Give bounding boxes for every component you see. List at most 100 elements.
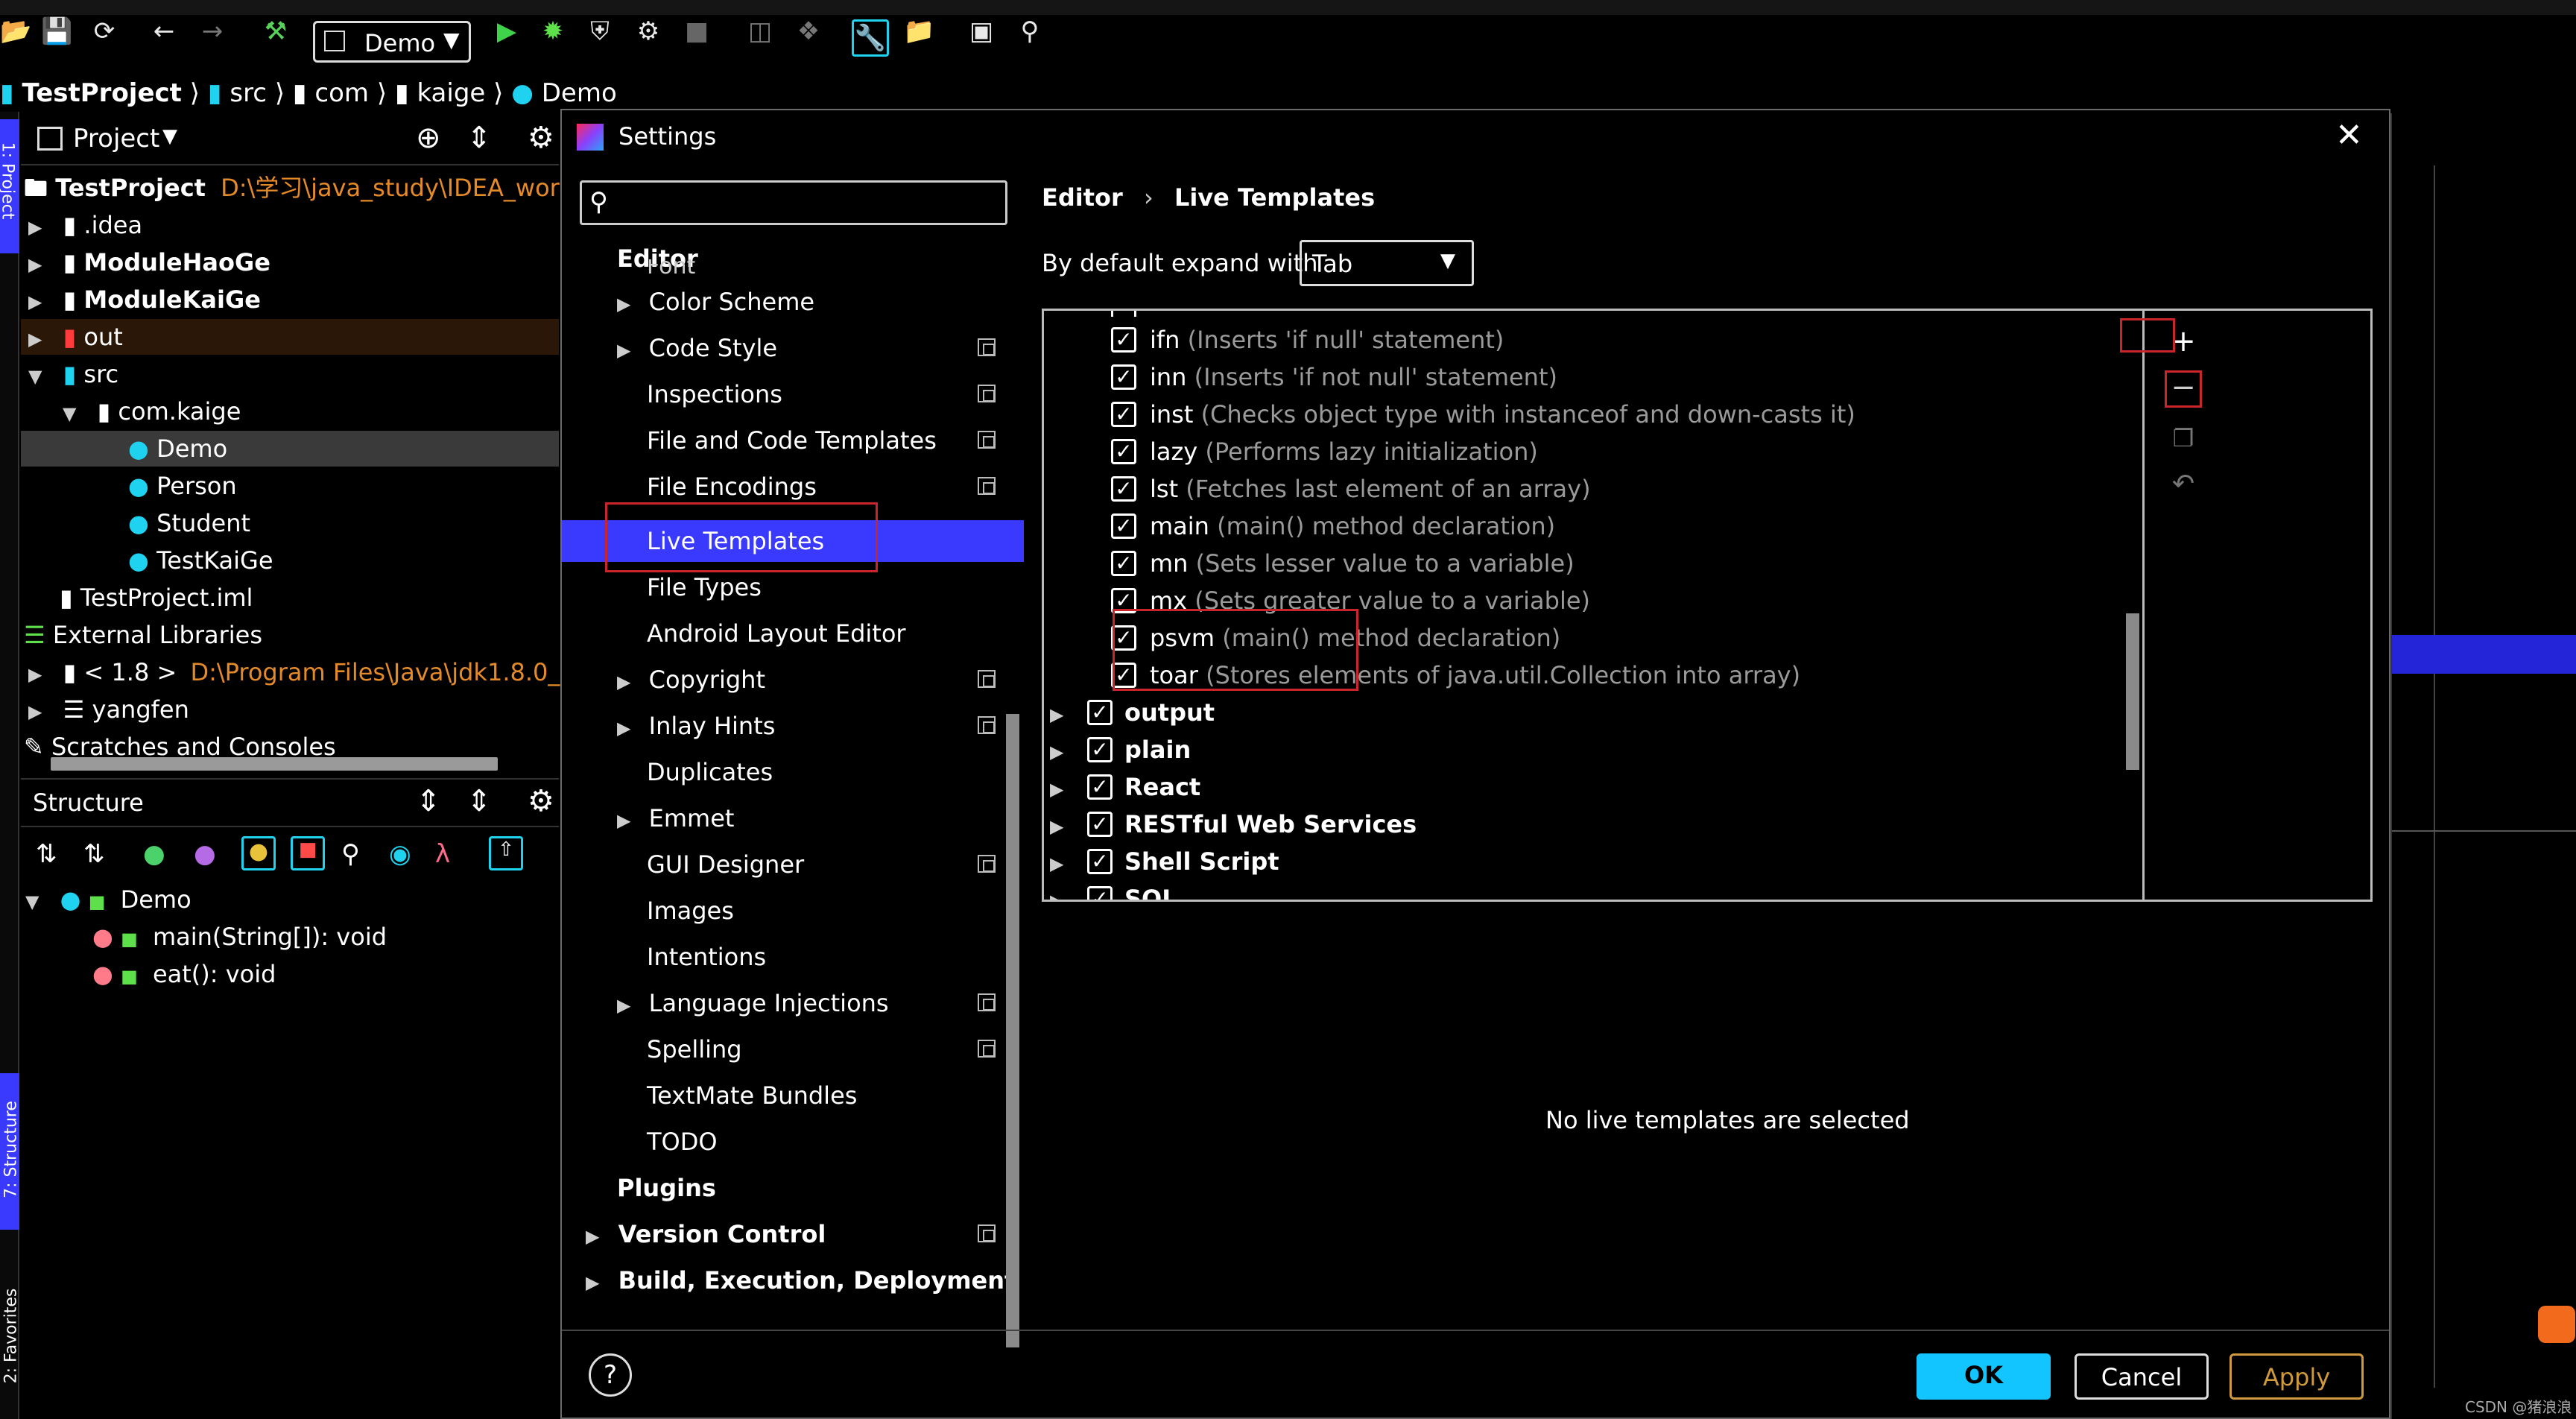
settings-search-input[interactable]: ⚲ [580, 180, 1007, 225]
attach-icon[interactable]: ◫ [745, 16, 775, 46]
expand-arrow-icon[interactable]: ▶ [28, 664, 42, 685]
terminal-window-icon[interactable]: ▣ [966, 16, 996, 46]
show-lambda-icon[interactable]: λ [435, 839, 450, 869]
tree-item[interactable]: ▶ ☰ yangfen [28, 692, 189, 727]
nav-item-images[interactable]: Images [647, 892, 734, 929]
show-lambdas-circle-icon[interactable]: ◉ [389, 839, 411, 869]
nav-section-version-control[interactable]: ▶ Version Control [586, 1216, 826, 1253]
settings-wrench-icon[interactable]: 🔧 [852, 19, 889, 57]
template-group-sql[interactable]: ▶ ✓ SQL [1050, 882, 1177, 900]
checkbox[interactable]: ✓ [1087, 774, 1113, 800]
nav-item-intentions[interactable]: Intentions [647, 938, 766, 976]
nav-item-todo[interactable]: TODO [647, 1123, 718, 1160]
save-icon[interactable]: 💾 [41, 16, 72, 46]
nav-item-duplicates[interactable]: Duplicates [647, 753, 773, 791]
collapse-arrow-icon[interactable]: ▼ [25, 891, 39, 912]
nav-item-spelling[interactable]: Spelling [647, 1031, 742, 1068]
nav-item-emmet[interactable]: ▶ Emmet [617, 800, 734, 837]
profile-icon[interactable]: ⚙ [633, 16, 663, 46]
tree-item[interactable]: ▼ ▮ com.kaige [63, 394, 241, 429]
expand-arrow-icon[interactable]: ▶ [1050, 816, 1063, 837]
gear-icon[interactable]: ⚙ [528, 121, 554, 155]
nav-item-android-layout-editor[interactable]: Android Layout Editor [647, 615, 906, 652]
tree-item[interactable]: ▶ ▮ < 1.8 > D:\Program Files\Java\jdk1.8… [28, 654, 605, 690]
gear-icon[interactable]: ⚙ [528, 784, 554, 818]
sort-by-type-icon[interactable]: ⇅ [36, 839, 57, 869]
cancel-button[interactable]: Cancel [2075, 1353, 2209, 1400]
show-fields-icon[interactable]: ● [241, 836, 276, 870]
expand-arrow-icon[interactable]: ▶ [1050, 853, 1063, 874]
crumb-parent[interactable]: Editor [1042, 183, 1123, 212]
checkbox[interactable]: ✓ [1111, 402, 1136, 427]
template-group-output[interactable]: ▶ ✓ output [1050, 695, 1215, 730]
modules-icon[interactable]: ❖ [794, 16, 823, 46]
nav-item-color-scheme[interactable]: ▶ Color Scheme [617, 283, 814, 320]
tree-item[interactable]: ▶ ▮ out [28, 319, 123, 355]
close-icon[interactable]: ✕ [2335, 116, 2363, 154]
tree-item[interactable]: ● TestKaiGe [128, 543, 273, 578]
sync-icon[interactable]: ⟳ [89, 16, 119, 46]
project-panel-title[interactable]: Project [73, 124, 159, 154]
horizontal-scrollbar[interactable] [51, 757, 498, 771]
tree-item[interactable]: ● Demo [128, 431, 227, 467]
debug-bug-icon[interactable]: ✹ [538, 16, 568, 46]
expand-all-icon[interactable]: ⇕ [416, 784, 441, 818]
help-button[interactable]: ? [589, 1353, 632, 1397]
expand-arrow-icon[interactable]: ▶ [28, 329, 42, 350]
nav-section-plugins[interactable]: Plugins [617, 1169, 716, 1207]
nav-item-code-style[interactable]: ▶ Code Style [617, 329, 777, 367]
show-non-public-lock-icon[interactable]: ■ [291, 836, 325, 870]
nav-item-inspections[interactable]: Inspections [647, 376, 782, 413]
forward-arrow-icon[interactable]: → [197, 16, 227, 46]
build-hammer-icon[interactable]: ⚒ [261, 16, 291, 46]
show-inherited-icon[interactable]: ● [143, 839, 165, 869]
restore-defaults-icon[interactable]: ↶ [2165, 467, 2202, 502]
tree-item[interactable]: ▶ ▮ ModuleKaiGe [28, 282, 261, 317]
open-folder-icon[interactable]: 📂 [0, 16, 31, 46]
tree-item[interactable]: ▶ ▮ .idea [28, 207, 142, 243]
checkbox[interactable]: ✓ [1087, 849, 1113, 874]
nav-scrollbar[interactable] [1006, 714, 1019, 1347]
checkbox[interactable]: ✓ [1087, 812, 1113, 837]
nav-item-file-encodings[interactable]: File Encodings [647, 468, 817, 505]
structure-item[interactable]: ● ■ main(String[]): void [92, 918, 387, 955]
template-group-restful[interactable]: ▶ ✓ RESTful Web Services [1050, 807, 1417, 841]
run-icon[interactable]: ▶ [492, 16, 522, 46]
stop-icon[interactable]: ■ [682, 16, 712, 46]
breadcrumb-item-project[interactable]: TestProject [22, 78, 182, 108]
checkbox[interactable]: ✓ [1087, 886, 1113, 900]
expand-arrow-icon[interactable]: ▶ [28, 254, 42, 275]
template-group-plain[interactable]: ▶ ✓ plain [1050, 733, 1191, 767]
checkbox[interactable]: ✓ [1111, 364, 1136, 390]
ok-button[interactable]: OK [1917, 1353, 2051, 1400]
show-anonymous-icon[interactable]: ⚲ [341, 839, 360, 869]
checkbox[interactable]: ✓ [1087, 700, 1113, 725]
apply-button[interactable]: Apply [2230, 1353, 2364, 1400]
expand-arrow-icon[interactable]: ▶ [28, 701, 42, 722]
tree-item[interactable]: ● Person [128, 468, 237, 504]
tree-item[interactable]: ● Student [128, 505, 250, 541]
breadcrumb-item-demo[interactable]: Demo [542, 78, 617, 108]
tree-item[interactable]: 🖿 TestProject D:\学习\java_study\IDEA_work… [24, 170, 629, 206]
nav-section-build[interactable]: ▶ Build, Execution, Deployment [586, 1262, 1016, 1299]
nav-item-inlay-hints[interactable]: ▶ Inlay Hints [617, 707, 775, 745]
coverage-icon[interactable]: ⛨ [585, 16, 615, 46]
breadcrumb-item-src[interactable]: src [230, 78, 267, 108]
side-tab-project[interactable]: 1: Project [0, 119, 19, 253]
structure-item[interactable]: ▼ ● ■ Demo [25, 881, 192, 918]
breadcrumb-item-kaige[interactable]: kaige [417, 78, 485, 108]
nav-item-textmate-bundles[interactable]: TextMate Bundles [647, 1077, 857, 1114]
locate-icon[interactable]: ⊕ [416, 121, 441, 155]
expand-arrow-icon[interactable]: ▶ [1050, 742, 1063, 762]
tree-item[interactable]: ☰ External Libraries [24, 617, 262, 653]
nav-item-gui-designer[interactable]: GUI Designer [647, 846, 804, 883]
expand-with-dropdown[interactable]: Tab ▼ [1300, 240, 1474, 286]
template-group-react[interactable]: ▶ ✓ React [1050, 770, 1200, 804]
expand-arrow-icon[interactable]: ▶ [28, 217, 42, 238]
collapse-arrow-icon[interactable]: ▼ [63, 403, 76, 424]
breadcrumb-item-com[interactable]: com [314, 78, 369, 108]
remove-template-button[interactable]: − [2165, 370, 2202, 408]
nav-item-font[interactable]: Font [647, 259, 695, 282]
nav-item-language-injections[interactable]: ▶ Language Injections [617, 985, 889, 1022]
checkbox[interactable]: ✓ [1111, 476, 1136, 502]
